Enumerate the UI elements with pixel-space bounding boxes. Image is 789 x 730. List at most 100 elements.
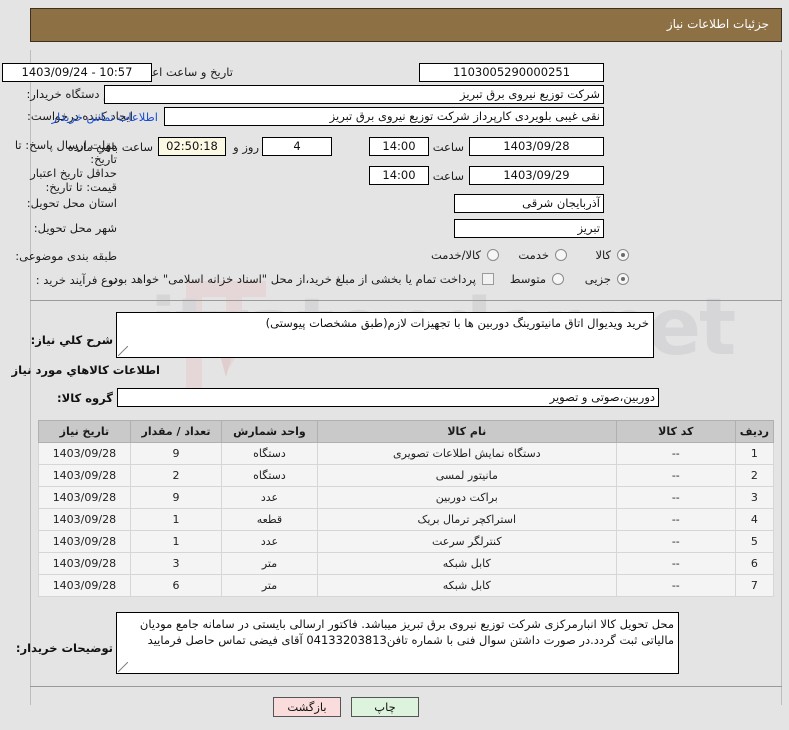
cell-date: 1403/09/28 — [38, 486, 131, 509]
goods-table-body: 1 -- دستگاه نمایش اطلاعات تصویری دستگاه 9 140… — [38, 442, 775, 597]
col-unit: واحد شمارش — [221, 420, 318, 443]
radio-subject-khedmat[interactable] — [555, 249, 567, 261]
cell-qty: 2 — [129, 464, 223, 487]
price-validity-label: حداقل تاریخ اعتبار قیمت: تا تاریخ: — [30, 166, 117, 194]
cell-qty: 9 — [129, 486, 223, 509]
treasury-bonds-checkbox[interactable] — [482, 273, 494, 285]
cell-date: 1403/09/28 — [38, 442, 131, 465]
cell-qty: 9 — [129, 442, 223, 465]
resize-grip-icon[interactable] — [118, 346, 128, 356]
remaining-clock-label: ساعت باقي مانده — [67, 140, 153, 154]
subject-class-label: طبقه بندی موضوعی: — [15, 249, 117, 263]
table-row: 4 -- استراکچر ترمال بریک قطعه 1 1403/09/28 — [38, 508, 775, 531]
cell-unit: متر — [221, 574, 318, 597]
remaining-clock-value: 02:50:18 — [158, 137, 226, 156]
cell-name: مانیتور لمسی — [316, 464, 617, 487]
cell-date: 1403/09/28 — [38, 530, 131, 553]
page-root: itratender.net جزئیات اطلاعات نیاز شماره… — [0, 0, 789, 730]
description-label: شرح كلي نياز: — [30, 333, 113, 347]
public-announce-value: 10:57 - 1403/09/24 — [2, 63, 152, 82]
radio-subject-kala[interactable] — [617, 249, 629, 261]
goods-section-heading: اطلاعات كالاهاي مورد نياز — [11, 363, 160, 377]
price-validity-hour-label: ساعت — [432, 169, 464, 183]
cell-code: -- — [615, 574, 736, 597]
cell-name: کنترلگر سرعت — [316, 530, 617, 553]
table-row: 7 -- کابل شبکه متر 6 1403/09/28 — [38, 574, 775, 597]
cell-code: -- — [615, 508, 736, 531]
cell-qty: 1 — [129, 530, 223, 553]
col-qty: تعداد / مقدار — [129, 420, 223, 443]
cell-radif: 6 — [734, 552, 775, 575]
divider-2 — [30, 686, 782, 687]
treasury-bonds-text: پرداخت تمام یا بخشی از مبلغ خرید،از محل … — [109, 272, 476, 286]
description-value: خرید ویدیوال اتاق مانیتورینگ دوربین ها ب… — [265, 316, 649, 330]
cell-date: 1403/09/28 — [38, 464, 131, 487]
table-row: 6 -- کابل شبکه متر 3 1403/09/28 — [38, 552, 775, 575]
table-row: 5 -- کنترلگر سرعت عدد 1 1403/09/28 — [38, 530, 775, 553]
print-button[interactable]: چاپ — [351, 697, 419, 717]
buyer-notes-value: محل تحویل کالا انبارمرکزی شرکت توزیع نیر… — [139, 617, 674, 647]
cell-qty: 6 — [129, 574, 223, 597]
cell-name: استراکچر ترمال بریک — [316, 508, 617, 531]
cell-name: دستگاه نمایش اطلاعات تصویری — [316, 442, 617, 465]
table-header-row: ردیف کد کالا نام کالا واحد شمارش تعداد /… — [38, 420, 775, 443]
buyer-notes-textarea[interactable]: محل تحویل کالا انبارمرکزی شرکت توزیع نیر… — [116, 612, 679, 674]
cell-date: 1403/09/28 — [38, 574, 131, 597]
reply-deadline-hour-label: ساعت — [432, 140, 464, 154]
city-value: تبریز — [454, 219, 604, 238]
radio-subject-kala-khedmat[interactable] — [487, 249, 499, 261]
creator-value: نقی غیبی بلویردی کارپرداز شرکت توزیع نیر… — [164, 107, 604, 126]
page-header-bar: جزئیات اطلاعات نیاز — [30, 8, 782, 42]
cell-radif: 2 — [734, 464, 775, 487]
cell-code: -- — [615, 530, 736, 553]
cell-radif: 4 — [734, 508, 775, 531]
cell-unit: دستگاه — [221, 464, 318, 487]
cell-date: 1403/09/28 — [38, 508, 131, 531]
radio-purchase-motavaset[interactable] — [552, 273, 564, 285]
buyer-notes-label: توضیحات خریدار: — [15, 641, 113, 655]
cell-radif: 1 — [734, 442, 775, 465]
reply-deadline-time: 14:00 — [369, 137, 429, 156]
buyer-contact-link[interactable]: اطلاعات تماس خریدار — [51, 110, 158, 124]
cell-name: براکت دوربین — [316, 486, 617, 509]
cell-code: -- — [615, 552, 736, 575]
product-group-value: دوربین،صوتی و تصویر — [117, 388, 659, 407]
price-validity-time: 14:00 — [369, 166, 429, 185]
table-row: 3 -- براکت دوربین عدد 9 1403/09/28 — [38, 486, 775, 509]
cell-qty: 1 — [129, 508, 223, 531]
price-validity-date: 1403/09/29 — [469, 166, 604, 185]
cell-radif: 5 — [734, 530, 775, 553]
cell-name: کابل شبکه — [316, 574, 617, 597]
radio-subject-kala-khedmat-label: کالا/خدمت — [430, 248, 481, 262]
goods-table: ردیف کد کالا نام کالا واحد شمارش تعداد /… — [38, 420, 775, 597]
cell-unit: متر — [221, 552, 318, 575]
buyer-org-value: شرکت توزیع نیروی برق تبریز — [104, 85, 604, 104]
cell-code: -- — [615, 486, 736, 509]
col-date: تاریخ نیاز — [38, 420, 131, 443]
remaining-days-label: روز و — [233, 140, 259, 154]
province-value: آذربایجان شرقی — [454, 194, 604, 213]
cell-code: -- — [615, 464, 736, 487]
cell-name: کابل شبکه — [316, 552, 617, 575]
province-label: استان محل تحویل: — [26, 196, 117, 210]
radio-subject-kala-label: کالا — [595, 248, 611, 262]
reply-deadline-date: 1403/09/28 — [469, 137, 604, 156]
cell-qty: 3 — [129, 552, 223, 575]
description-textarea[interactable]: خرید ویدیوال اتاق مانیتورینگ دوربین ها ب… — [116, 312, 654, 358]
back-button[interactable]: بازگشت — [273, 697, 341, 717]
radio-purchase-jozei[interactable] — [617, 273, 629, 285]
cell-unit: دستگاه — [221, 442, 318, 465]
page-title: جزئیات اطلاعات نیاز — [666, 17, 769, 31]
col-radif: ردیف — [734, 420, 775, 443]
need-number-value: 1103005290000251 — [419, 63, 604, 82]
col-code: کد کالا — [615, 420, 736, 443]
cell-radif: 3 — [734, 486, 775, 509]
table-row: 1 -- دستگاه نمایش اطلاعات تصویری دستگاه 9 140… — [38, 442, 775, 465]
cell-radif: 7 — [734, 574, 775, 597]
radio-subject-khedmat-label: خدمت — [518, 248, 549, 262]
remaining-days-value: 4 — [262, 137, 332, 156]
radio-purchase-jozei-label: جزیی — [584, 272, 611, 286]
radio-purchase-motavaset-label: متوسط — [509, 272, 546, 286]
buyer-org-label: نام دستگاه خریدار: — [26, 87, 117, 101]
resize-grip-icon[interactable] — [118, 662, 128, 672]
